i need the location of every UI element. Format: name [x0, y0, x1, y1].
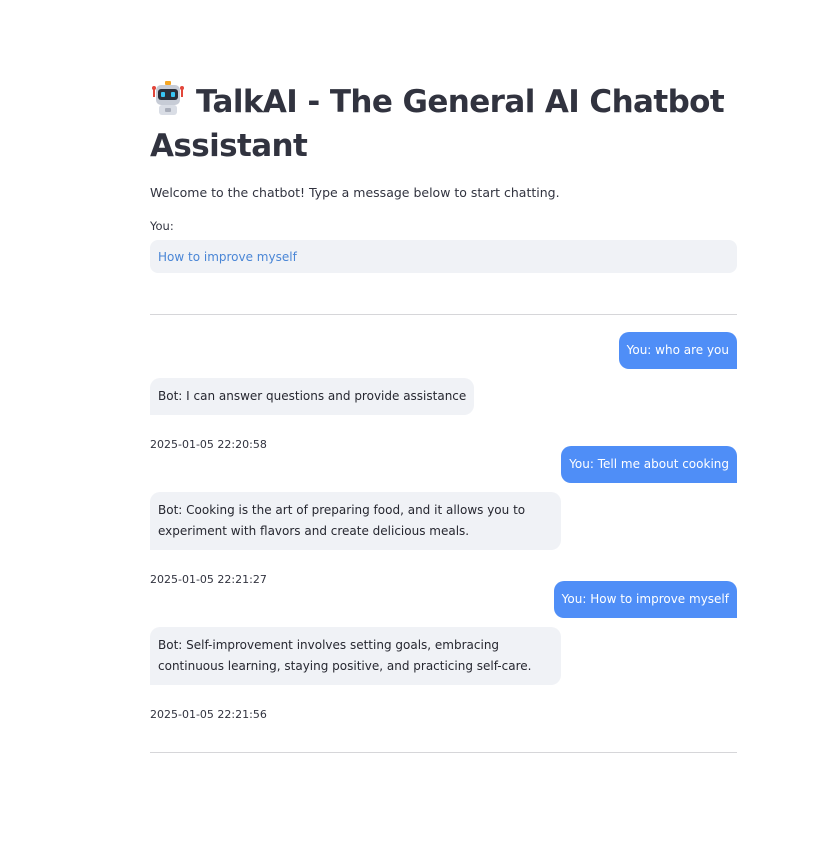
page-title: TalkAI - The General AI Chatbot Assistan… [150, 80, 737, 168]
bot-message: Bot: Cooking is the art of preparing foo… [150, 492, 561, 550]
message-timestamp: 2025-01-05 22:21:56 [150, 708, 267, 721]
welcome-text: Welcome to the chatbot! Type a message b… [150, 185, 560, 200]
page-title-text: TalkAI - The General AI Chatbot Assistan… [150, 84, 725, 164]
robot-icon [152, 81, 184, 115]
bot-message: Bot: Self-improvement involves setting g… [150, 627, 561, 685]
chat-input[interactable] [150, 240, 737, 273]
user-message: You: who are you [618, 332, 737, 369]
user-message: You: Tell me about cooking [561, 446, 737, 483]
divider-bottom [150, 752, 737, 753]
user-message: You: How to improve myself [553, 581, 737, 618]
divider-top [150, 314, 737, 315]
message-timestamp: 2025-01-05 22:21:27 [150, 573, 267, 586]
input-label: You: [150, 219, 174, 233]
bot-message: Bot: I can answer questions and provide … [150, 378, 475, 415]
message-timestamp: 2025-01-05 22:20:58 [150, 438, 267, 451]
